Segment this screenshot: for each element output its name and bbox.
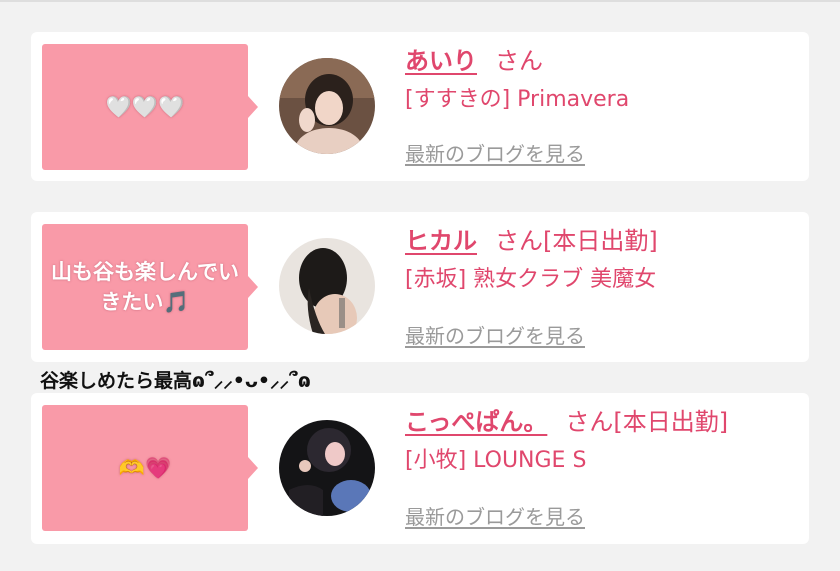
shop-name: [小牧] LOUNGE S: [405, 448, 587, 473]
name-row: こっぺぱん。 さん[本日出勤]: [405, 407, 805, 437]
cast-info: ヒカル さん[本日出勤] [赤坂] 熟女クラブ 美魔女: [405, 226, 805, 295]
name-row: ヒカル さん[本日出勤]: [405, 226, 805, 256]
divider: [0, 0, 840, 2]
honorific: さん: [495, 47, 543, 75]
avatar[interactable]: [279, 238, 375, 334]
name-row: あいり さん: [405, 46, 805, 76]
message-text: 山も谷も楽しんでいきたい🎵: [51, 260, 239, 314]
message-bubble: 🫶💗: [42, 405, 258, 531]
attendance-badge: [本日出勤]: [613, 408, 729, 436]
honorific: さん: [565, 408, 614, 436]
message-text: 🫶💗: [118, 456, 172, 480]
message-text: 🤍🤍🤍: [105, 95, 185, 119]
cast-card: 🤍🤍🤍 あいり さん [すすきの] Primavera 最新のブログを見る: [31, 32, 809, 181]
cast-info: あいり さん [すすきの] Primavera: [405, 46, 805, 115]
message-bubble: 山も谷も楽しんでいきたい🎵: [42, 224, 258, 350]
cast-card: 🫶💗 こっぺぱん。 さん[本日出勤] [小牧] LOUNGE S 最新のブログを見…: [31, 393, 809, 544]
shop-name: [赤坂] 熟女クラブ 美魔女: [405, 267, 657, 292]
avatar-photo: [279, 238, 375, 334]
avatar[interactable]: [279, 420, 375, 516]
page: 🤍🤍🤍 あいり さん [すすきの] Primavera 最新のブログを見る 山も谷…: [0, 0, 840, 571]
cast-card: 山も谷も楽しんでいきたい🎵 ヒカル さん[本日出勤] [赤坂] 熟女クラブ 美魔女…: [31, 212, 809, 362]
latest-blog-link[interactable]: 最新のブログを見る: [405, 501, 585, 530]
cast-info: こっぺぱん。 さん[本日出勤] [小牧] LOUNGE S: [405, 407, 805, 476]
blog-caption: 谷楽しめたら最高ɷ՞⸝⸝•ᴗ•⸝⸝՞ɷ: [40, 370, 311, 392]
message-bubble: 🤍🤍🤍: [42, 44, 258, 170]
cast-name-link[interactable]: ヒカル: [405, 227, 477, 255]
avatar-photo: [279, 58, 375, 154]
cast-name-link[interactable]: こっぺぱん。: [405, 408, 547, 436]
latest-blog-link[interactable]: 最新のブログを見る: [405, 320, 585, 349]
cast-name-link[interactable]: あいり: [405, 47, 477, 75]
avatar[interactable]: [279, 58, 375, 154]
honorific: さん: [495, 227, 543, 255]
attendance-badge: [本日出勤]: [543, 227, 658, 255]
latest-blog-link[interactable]: 最新のブログを見る: [405, 138, 585, 167]
avatar-photo: [279, 420, 375, 516]
shop-name: [すすきの] Primavera: [405, 87, 630, 112]
